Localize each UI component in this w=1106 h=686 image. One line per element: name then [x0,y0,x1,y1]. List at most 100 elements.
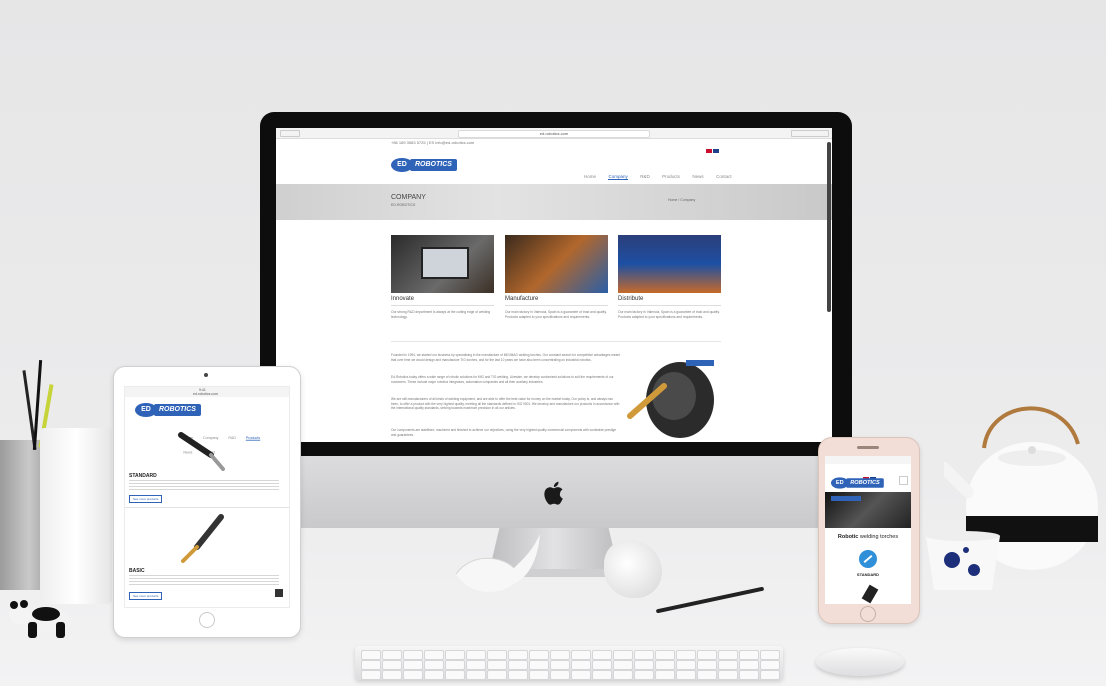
keyboard-key [760,650,780,660]
ipad-url[interactable]: ed-robotics.com [193,392,218,396]
keyboard-key [382,650,402,660]
keyboard-key [487,660,507,670]
keyboard-key [718,660,738,670]
scrollbar[interactable] [827,142,831,312]
nav-contact[interactable]: Contact [716,174,732,179]
keyboard-key [508,670,528,680]
keyboard-key [529,660,549,670]
divider [125,507,289,508]
keyboard-key [466,660,486,670]
site-logo[interactable]: ED ROBOTICS [391,158,457,172]
keyboard-key [676,650,696,660]
keyboard-key [361,670,381,680]
iphone-screen: ED ROBOTICS Robotic welding torches STAN… [825,456,911,604]
divider [505,305,608,306]
keyboard-key [592,650,612,660]
patterned-cup [926,531,1000,590]
logo-text: ROBOTICS [154,404,201,416]
breadcrumb: Home / Company [668,198,696,202]
heading-bold: Robotic [837,534,859,540]
keyboard-key [655,670,675,680]
basic-torch-image [181,514,224,563]
keyboard-key [676,670,696,680]
keyboard-key [613,670,633,680]
page-subtitle: ED-ROBOTICS [391,203,416,207]
keyboard-key [634,660,654,670]
col-text-distribute: Our main factory in Valencia, Spain is a… [618,310,720,319]
keyboard-key [382,670,402,680]
section-heading: Robotic welding torches [825,534,911,540]
standard-product-icon[interactable] [859,550,877,568]
ipad-screen: 9:41 ed-robotics.com ED ROBOTICS Home Co… [124,386,290,608]
scroll-top-button[interactable] [275,589,283,597]
keyboard-key [487,650,507,660]
nav-news[interactable]: News [692,174,703,179]
back-forward-buttons[interactable] [280,130,300,137]
hero-banner [276,184,832,220]
nav-company[interactable]: Company [608,174,628,180]
col-title-distribute: Distribute [618,296,644,302]
main-nav: Home Company R&D Products News Contact [576,165,732,183]
keyboard-key [676,660,696,670]
col-title-manufacture: Manufacture [505,296,539,302]
ipad-statusbar: 9:41 ed-robotics.com [125,387,289,397]
standard-torch-image [178,432,225,471]
magic-mouse [816,648,904,676]
keyboard-key [403,670,423,680]
language-flags[interactable] [706,140,720,153]
nav-products[interactable]: Products [662,174,680,179]
about-paragraph: Our components are stabilised, machined … [391,428,617,437]
address-bar[interactable]: ed-robotics.com [458,130,650,138]
keyboard-key [382,660,402,670]
keyboard-key [445,670,465,680]
keyboard-key [760,670,780,680]
divider [391,341,721,342]
basic-more-button[interactable]: See more products [129,592,163,600]
distribute-image [618,235,721,293]
keyboard-key [361,660,381,670]
ipad-home-button[interactable] [199,612,215,628]
nav-rd[interactable]: R&D [640,174,650,179]
iphone-site-logo[interactable]: ED ROBOTICS [831,477,884,489]
contact-line: +86 189 3583 5725 | ES info@ed-robotics.… [391,140,475,145]
keyboard-key [571,670,591,680]
page-title: COMPANY [391,194,426,201]
keyboard [355,646,783,680]
keyboard-key [718,670,738,680]
keyboard-key [550,650,570,660]
ipad-camera [204,373,208,377]
keyboard-key [613,650,633,660]
perforated-cup [40,428,112,604]
hero-slider [825,492,911,528]
menu-icon[interactable] [899,476,908,485]
keyboard-key [529,650,549,660]
keyboard-key [571,650,591,660]
col-text-innovate: Our strong R&D department is always at t… [391,310,491,319]
keyboard-key [466,650,486,660]
logo-text: ROBOTICS [846,478,884,488]
keyboard-key [655,650,675,660]
keyboard-key [403,650,423,660]
keyboard-key [571,660,591,670]
product-description [129,575,279,585]
nav-home[interactable]: Home [584,174,596,179]
keyboard-key [361,650,381,660]
share-tab-buttons[interactable] [791,130,829,137]
iphone-home-button[interactable] [860,606,876,622]
keyboard-key [697,660,717,670]
keyboard-key [424,670,444,680]
keyboard-key [445,650,465,660]
keyboard-key [508,660,528,670]
nav-products[interactable]: Products [245,436,261,441]
manufacture-image [505,235,608,293]
col-title-innovate: Innovate [391,296,415,302]
browser-toolbar: ed-robotics.com [276,128,832,139]
standard-more-button[interactable]: See more products [129,495,163,503]
ipad-site-logo[interactable]: ED ROBOTICS [135,403,201,417]
logo-text: ROBOTICS [410,159,457,171]
keyboard-key [424,660,444,670]
heading-rest: welding torches [858,534,899,540]
keyboard-key [718,650,738,660]
product-name-basic: BASIC [129,568,145,574]
apple-logo-icon [544,481,563,505]
